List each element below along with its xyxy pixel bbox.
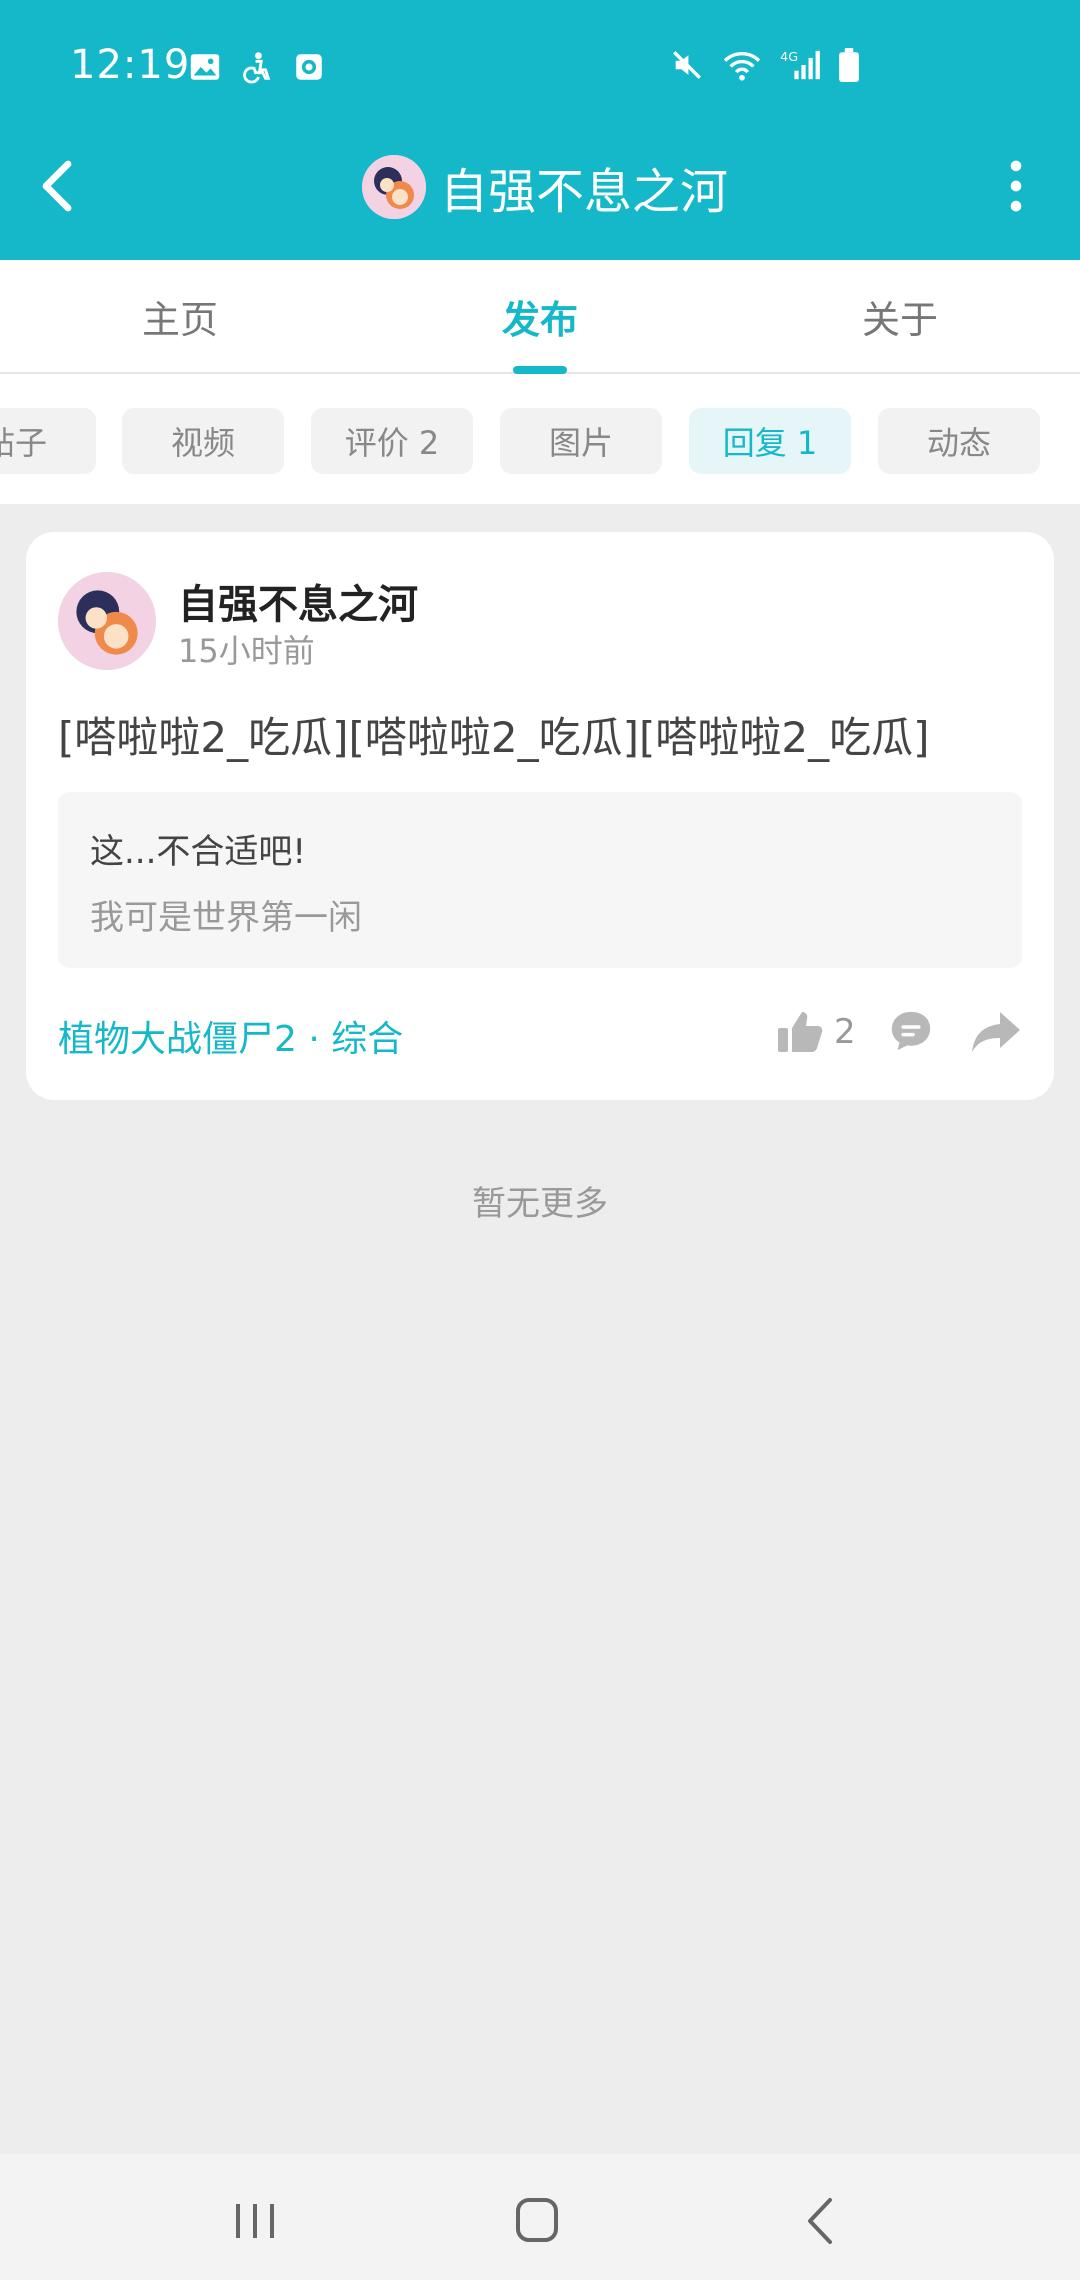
- avatar[interactable]: [58, 572, 156, 670]
- post-card[interactable]: 自强不息之河 15小时前 [嗒啦啦2_吃瓜][嗒啦啦2_吃瓜][嗒啦啦2_吃瓜]…: [26, 532, 1054, 1100]
- quote-sub-text: 我可是世界第一闲: [90, 898, 362, 938]
- like-count: 2: [834, 1012, 856, 1052]
- camera-app-icon: [296, 54, 322, 80]
- chip-images[interactable]: 图片: [500, 408, 662, 474]
- comment-icon[interactable]: [888, 1008, 934, 1054]
- chip-posts[interactable]: 帖子: [0, 408, 96, 474]
- status-left-icons: [188, 50, 326, 84]
- status-right-icons: 4G: [670, 48, 860, 82]
- svg-text:4G: 4G: [780, 50, 798, 65]
- tab-publish[interactable]: 发布: [420, 260, 660, 374]
- page-title: 自强不息之河: [440, 164, 729, 220]
- image-icon: [190, 54, 220, 80]
- tab-home[interactable]: 主页: [60, 260, 300, 372]
- battery-icon: [839, 48, 859, 82]
- status-time: 12:19: [70, 42, 191, 88]
- top-tab-bar: 主页 发布 关于: [0, 260, 1080, 374]
- share-icon[interactable]: [970, 1010, 1022, 1054]
- more-options-icon[interactable]: [1004, 160, 1028, 212]
- forum-link[interactable]: 植物大战僵尸2 · 综合: [58, 1010, 403, 1062]
- quoted-comment[interactable]: 这...不合适吧! 我可是世界第一闲: [58, 792, 1022, 968]
- home-icon[interactable]: [514, 2196, 560, 2244]
- quote-main-text: 这...不合适吧!: [90, 832, 307, 872]
- post-content: [嗒啦啦2_吃瓜][嗒啦啦2_吃瓜][嗒啦啦2_吃瓜]: [58, 713, 930, 762]
- nav-back-icon[interactable]: [804, 2196, 836, 2246]
- avatar[interactable]: [362, 155, 426, 219]
- no-more-text: 暂无更多: [472, 1184, 608, 1224]
- signal-4g-icon: 4G: [780, 50, 820, 80]
- chip-reviews[interactable]: 评价 2: [311, 408, 473, 474]
- tab-about[interactable]: 关于: [780, 260, 1020, 372]
- chip-activity[interactable]: 动态: [878, 408, 1040, 474]
- accessibility-icon: [243, 52, 271, 84]
- chip-replies[interactable]: 回复 1: [689, 408, 851, 474]
- chip-videos[interactable]: 视频: [122, 408, 284, 474]
- system-nav-bar: [0, 2154, 1080, 2280]
- back-button[interactable]: [34, 158, 82, 214]
- recent-apps-icon[interactable]: [232, 2200, 278, 2242]
- wifi-icon: [723, 52, 761, 81]
- post-time: 15小时前: [178, 632, 315, 670]
- sub-tab-bar: 帖子 视频 评价 2 图片 回复 1 动态: [0, 374, 1080, 504]
- app-header: 12:19 4G 自强不息之河: [0, 0, 1080, 260]
- thumbs-up-icon[interactable]: [776, 1008, 824, 1056]
- profile-title: 自强不息之河: [362, 152, 728, 222]
- mute-icon: [673, 51, 701, 79]
- tab-indicator: [513, 366, 567, 374]
- post-username[interactable]: 自强不息之河: [178, 572, 418, 630]
